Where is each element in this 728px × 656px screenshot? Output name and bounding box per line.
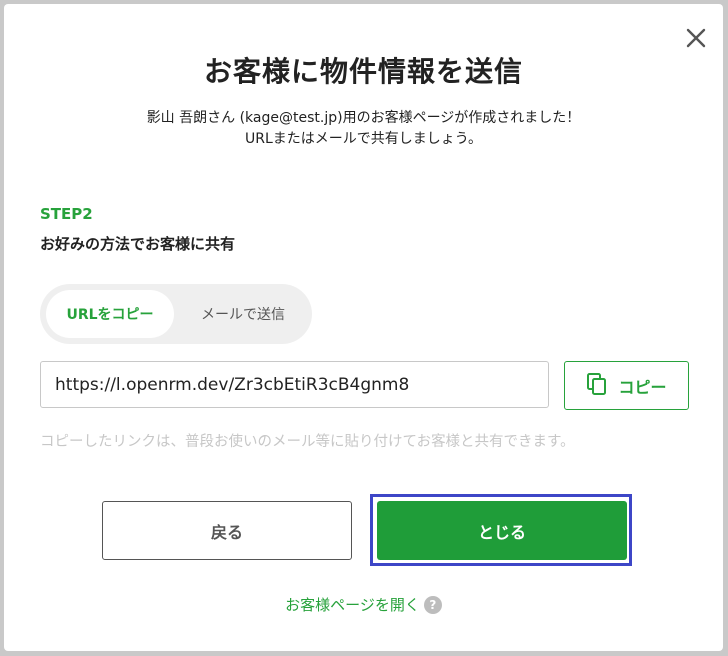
- close-icon[interactable]: [684, 26, 708, 50]
- open-customer-page-label: お客様ページを開く: [285, 596, 420, 614]
- dialog-title: お客様に物件情報を送信: [203, 55, 523, 88]
- open-customer-page-link[interactable]: お客様ページを開く ?: [4, 594, 723, 615]
- dialog-description: 影山 吾朗さん (kage@test.jp)用のお客様ページが作成されました！ …: [4, 108, 723, 150]
- description-line-2: URLまたはメールで共有しましょう。: [245, 131, 482, 147]
- step-label: STEP2: [40, 205, 93, 223]
- hint-text: コピーしたリンクは、普段お使いのメール等に貼り付けてお客様と共有できます。: [40, 434, 575, 450]
- share-method-tabs: URLをコピー メールで送信: [40, 284, 312, 344]
- url-input[interactable]: [40, 361, 549, 408]
- tab-copy-url[interactable]: URLをコピー: [46, 290, 174, 338]
- close-button[interactable]: とじる: [377, 501, 627, 560]
- step-heading: お好みの方法でお客様に共有: [40, 235, 236, 253]
- share-dialog: お客様に物件情報を送信 影山 吾朗さん (kage@test.jp)用のお客様ペ…: [4, 4, 723, 651]
- back-button[interactable]: 戻る: [102, 501, 352, 560]
- description-line-1: 影山 吾朗さん (kage@test.jp)用のお客様ページが作成されました！: [146, 110, 581, 126]
- copy-button[interactable]: コピー: [564, 361, 689, 410]
- copy-icon: [586, 372, 618, 400]
- help-icon[interactable]: ?: [423, 595, 442, 614]
- copy-button-label: コピー: [618, 377, 667, 397]
- tab-send-mail[interactable]: メールで送信: [180, 290, 306, 338]
